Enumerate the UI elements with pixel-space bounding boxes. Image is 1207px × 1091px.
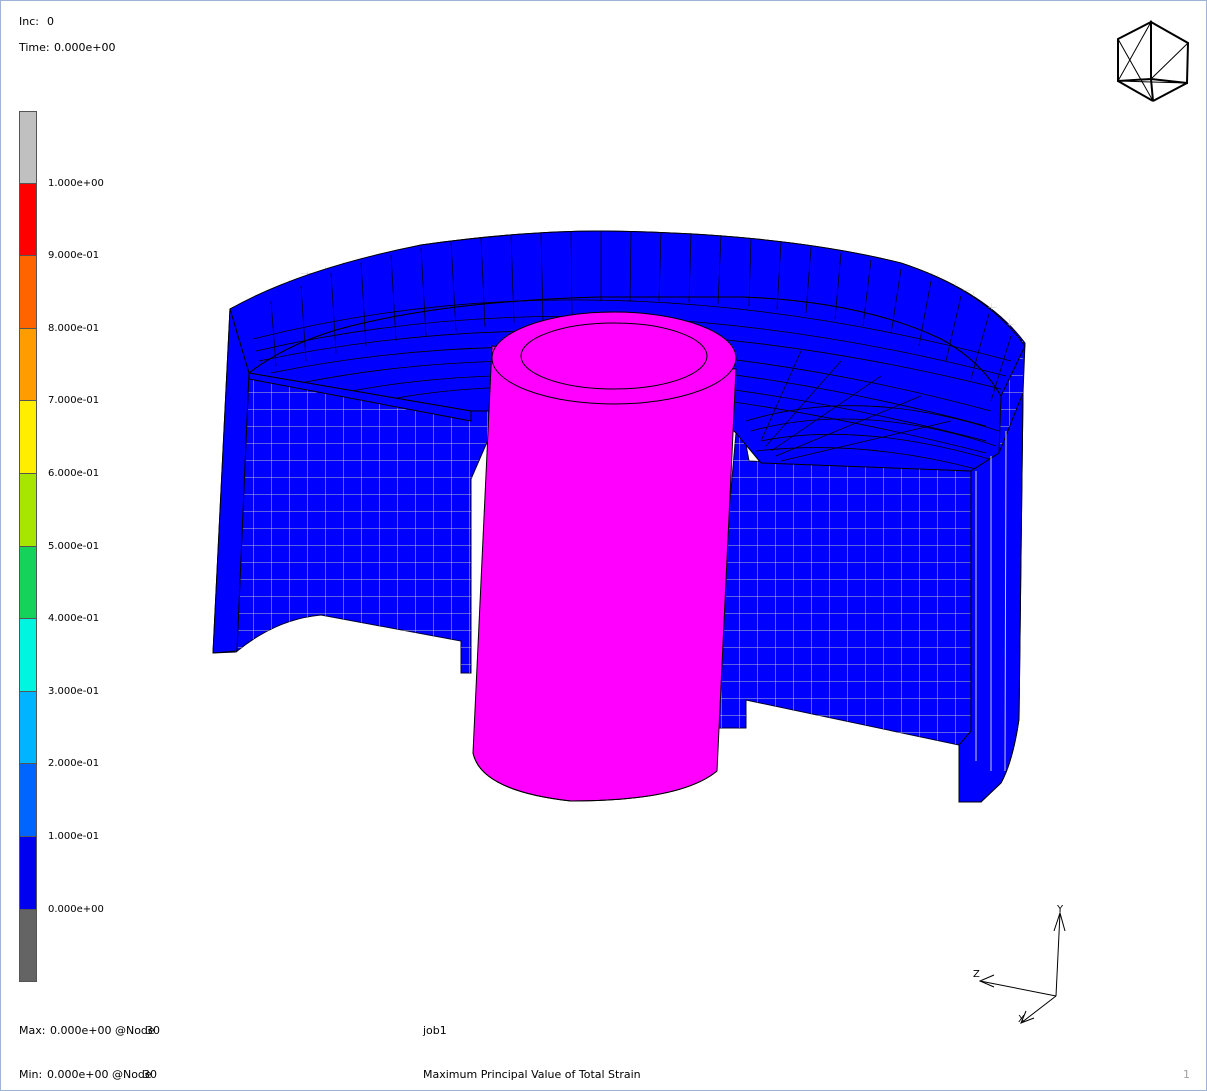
min-node: 30 [143, 1068, 157, 1081]
axis-z-label: Z [973, 969, 980, 980]
max-label: Max: [19, 1024, 46, 1037]
max-node: 30 [146, 1024, 160, 1037]
axis-x-label: X [1018, 1014, 1025, 1025]
max-value: 0.000e+00 @Node [50, 1024, 155, 1037]
coordinate-triad-icon [978, 911, 1066, 1024]
min-value: 0.000e+00 @Node [47, 1068, 152, 1081]
page-number: 1 [1183, 1068, 1190, 1081]
result-name: Maximum Principal Value of Total Strain [423, 1068, 641, 1081]
min-label: Min: [19, 1068, 43, 1081]
graphics-viewport[interactable]: Inc: 0 Time: 0.000e+00 1.000e+00 9.000e-0… [0, 0, 1207, 1091]
job-name: job1 [423, 1024, 447, 1037]
axis-y-label: Y [1057, 904, 1064, 915]
